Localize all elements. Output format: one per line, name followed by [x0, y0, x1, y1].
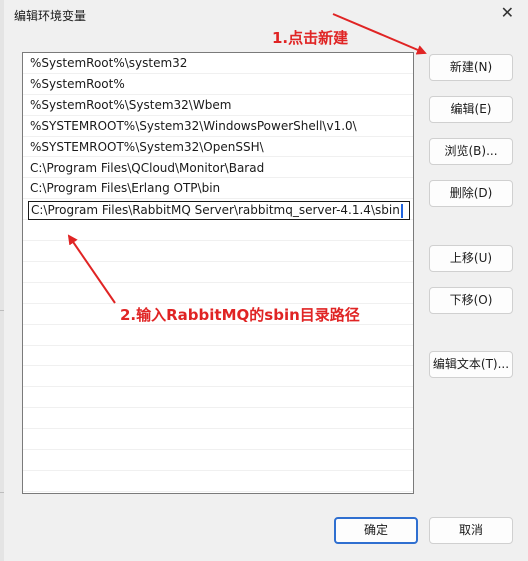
list-item[interactable]: C:\Program Files\Erlang OTP\bin [23, 178, 413, 200]
list-item[interactable] [23, 283, 413, 304]
list-item[interactable] [23, 408, 413, 430]
list-item[interactable]: %SystemRoot% [23, 74, 413, 95]
list-item[interactable] [23, 220, 413, 242]
path-edit-value: C:\Program Files\RabbitMQ Server\rabbitm… [31, 203, 400, 218]
list-item[interactable]: %SystemRoot%\system32 [23, 53, 413, 74]
edit-env-variable-dialog: 编辑环境变量 ✕ %SystemRoot%\system32 %SystemRo… [4, 0, 528, 561]
list-item[interactable] [23, 450, 413, 471]
list-item[interactable] [23, 262, 413, 283]
move-up-button[interactable]: 上移(U) [429, 245, 513, 272]
path-list[interactable]: %SystemRoot%\system32 %SystemRoot% %Syst… [22, 52, 414, 494]
list-item[interactable]: %SYSTEMROOT%\System32\WindowsPowerShell\… [23, 116, 413, 137]
delete-button[interactable]: 删除(D) [429, 180, 513, 207]
annotation-step1: 1.点击新建 [272, 29, 349, 47]
list-item[interactable]: C:\Program Files\QCloud\Monitor\Barad [23, 158, 413, 179]
path-edit-field[interactable]: C:\Program Files\RabbitMQ Server\rabbitm… [28, 201, 410, 221]
list-item[interactable] [23, 471, 413, 492]
list-item[interactable] [23, 241, 413, 262]
ok-button[interactable]: 确定 [334, 517, 418, 544]
browse-button[interactable]: 浏览(B)... [429, 138, 513, 165]
list-item[interactable] [23, 367, 413, 388]
list-item[interactable] [23, 429, 413, 451]
text-caret [400, 203, 403, 218]
dialog-title: 编辑环境变量 [14, 9, 87, 23]
close-icon[interactable]: ✕ [501, 3, 514, 23]
list-item[interactable] [23, 346, 413, 367]
new-button[interactable]: 新建(N) [429, 54, 513, 81]
list-item[interactable]: C:\Program Files\RabbitMQ Server\rabbitm… [23, 199, 413, 221]
list-item[interactable]: %SYSTEMROOT%\System32\OpenSSH\ [23, 137, 413, 158]
edit-text-button[interactable]: 编辑文本(T)... [429, 351, 513, 378]
list-item[interactable] [23, 387, 413, 409]
cancel-button[interactable]: 取消 [429, 517, 513, 544]
move-down-button[interactable]: 下移(O) [429, 287, 513, 314]
list-item[interactable]: %SystemRoot%\System32\Wbem [23, 95, 413, 116]
annotation-step2: 2.输入RabbitMQ的sbin目录路径 [120, 306, 360, 324]
list-item[interactable] [23, 325, 413, 346]
edit-button[interactable]: 编辑(E) [429, 96, 513, 123]
